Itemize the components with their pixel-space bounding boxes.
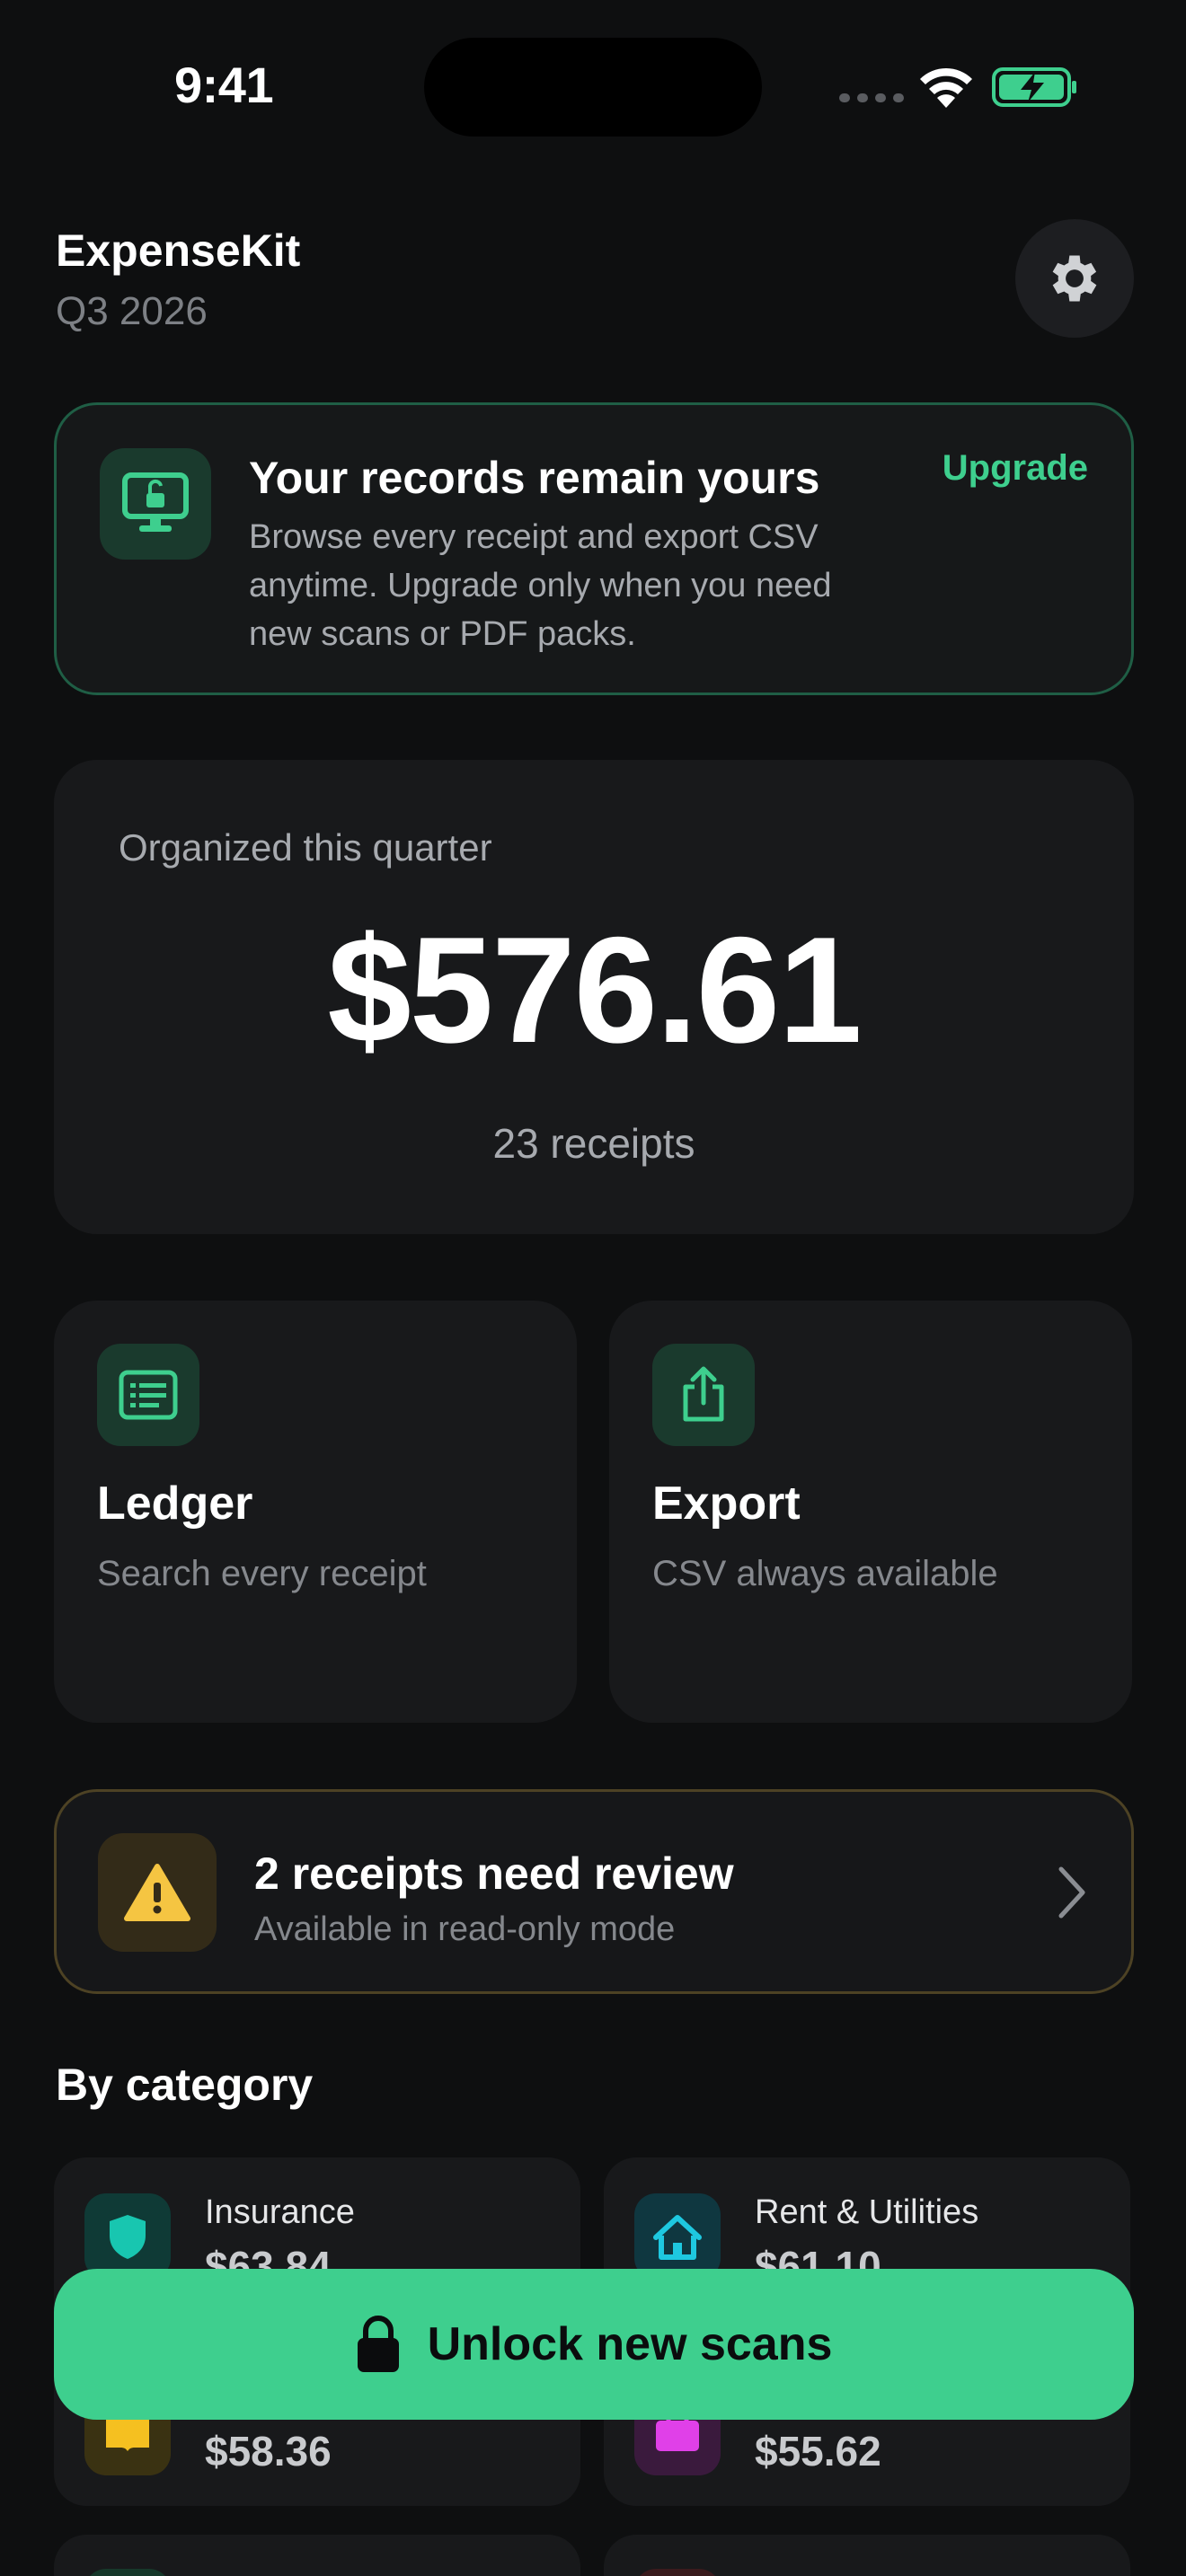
category-name: Rent & Utilities: [755, 2193, 979, 2231]
category-amount: $55.62: [755, 2428, 881, 2475]
export-tile[interactable]: Export CSV always available: [609, 1301, 1132, 1723]
gear-icon: [1052, 255, 1097, 302]
dynamic-island: [424, 38, 762, 137]
review-alert[interactable]: 2 receipts need review Available in read…: [54, 1789, 1134, 1994]
records-banner: Your records remain yours Browse every r…: [54, 402, 1134, 695]
category-icon: [634, 2569, 721, 2576]
app-title: ExpenseKit: [56, 225, 301, 276]
unlock-new-scans-button[interactable]: Unlock new scans: [54, 2269, 1134, 2420]
export-title: Export: [652, 1478, 801, 1530]
review-subtitle: Available in read-only mode: [254, 1910, 676, 1948]
chevron-right-icon: [1058, 1866, 1085, 1919]
ledger-title: Ledger: [97, 1478, 253, 1530]
status-time: 9:41: [174, 57, 274, 113]
category-section-title: By category: [56, 2060, 314, 2110]
summary-label: Organized this quarter: [119, 826, 492, 869]
battery-charging-icon: [992, 67, 1076, 107]
lock-icon: [357, 2316, 399, 2372]
quarter-summary-card: Organized this quarter $576.61 23 receip…: [54, 760, 1134, 1234]
banner-body: Browse every receipt and export CSV anyt…: [249, 518, 832, 653]
wifi-icon: [920, 67, 972, 108]
house-icon: [634, 2193, 721, 2280]
period-label: Q3 2026: [56, 289, 208, 333]
share-icon: [652, 1344, 755, 1446]
screen: 9:41 ExpenseKit Q3 2026 Your records rem…: [0, 0, 1186, 2576]
cta-label: Unlock new scans: [427, 2318, 833, 2370]
receipt-count: 23 receipts: [492, 1120, 695, 1167]
category-card[interactable]: [604, 2535, 1130, 2576]
upgrade-button[interactable]: Upgrade: [943, 448, 1088, 489]
category-name: Insurance: [205, 2193, 355, 2231]
summary-amount: $576.61: [327, 905, 862, 1074]
cellular-signal-icon: [839, 93, 904, 102]
ledger-icon: [97, 1344, 199, 1446]
category-amount: $58.36: [205, 2428, 332, 2475]
ledger-subtitle: Search every receipt: [97, 1554, 427, 1593]
category-card[interactable]: [54, 2535, 580, 2576]
ledger-tile[interactable]: Ledger Search every receipt: [54, 1301, 577, 1723]
settings-button[interactable]: [1015, 219, 1134, 338]
category-icon: [84, 2569, 171, 2576]
export-subtitle: CSV always available: [652, 1554, 998, 1593]
warning-icon: [98, 1833, 217, 1952]
monitor-unlock-icon: [100, 448, 211, 560]
review-title: 2 receipts need review: [254, 1848, 734, 1899]
banner-title: Your records remain yours: [249, 453, 820, 503]
shield-icon: [84, 2193, 171, 2280]
